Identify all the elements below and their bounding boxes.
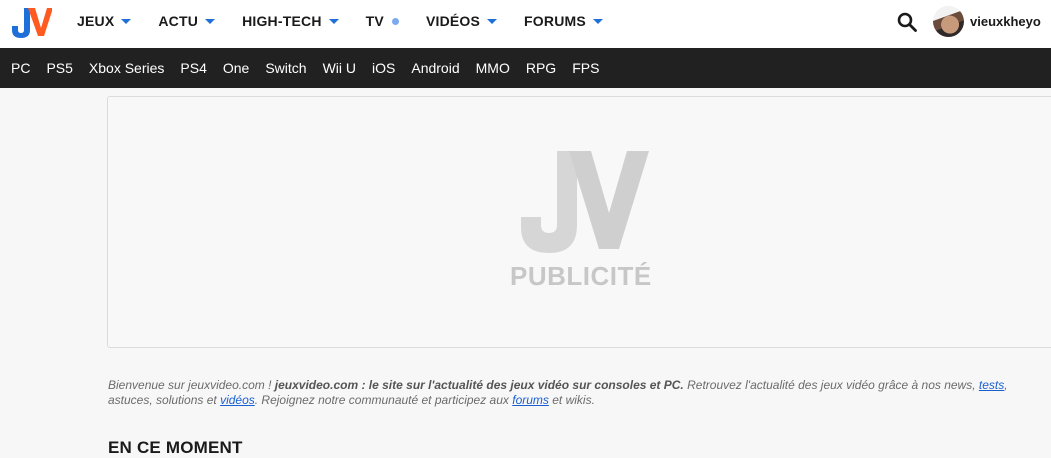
top-header: JEUX ACTU HIGH-TECH TV VIDÉOS FORUMS vie… (0, 0, 1051, 48)
nav-item-label: JEUX (77, 13, 115, 29)
platform-item-ps4[interactable]: PS4 (180, 60, 206, 76)
nav-item-label: HIGH-TECH (242, 13, 322, 29)
platform-item-pc[interactable]: PC (11, 60, 30, 76)
jv-watermark-logo (521, 151, 649, 253)
search-icon[interactable] (897, 12, 917, 32)
main-nav: JEUX ACTU HIGH-TECH TV VIDÉOS FORUMS (77, 0, 630, 42)
nav-item-videos[interactable]: VIDÉOS (425, 13, 498, 29)
caret-down-icon (328, 19, 339, 24)
caret-down-icon (487, 19, 498, 24)
section-title: EN CE MOMENT (108, 438, 243, 457)
caret-down-icon (205, 19, 216, 24)
caret-down-icon (592, 19, 603, 24)
platform-item-wii-u[interactable]: Wii U (323, 60, 356, 76)
platform-nav: PC PS5 Xbox Series PS4 One Switch Wii U … (0, 48, 1051, 88)
nav-item-tv[interactable]: TV (366, 13, 399, 29)
platform-item-xbox-series[interactable]: Xbox Series (89, 60, 164, 76)
forums-link[interactable]: forums (512, 393, 549, 407)
caret-down-icon (121, 19, 132, 24)
welcome-text: Bienvenue sur jeuxvideo.com ! jeuxvideo.… (108, 378, 1008, 407)
platform-item-mmo[interactable]: MMO (476, 60, 510, 76)
platform-item-switch[interactable]: Switch (265, 60, 306, 76)
nav-item-high-tech[interactable]: HIGH-TECH (242, 13, 339, 29)
videos-link[interactable]: vidéos (220, 393, 255, 407)
nav-item-label: ACTU (158, 13, 199, 29)
nav-item-forums[interactable]: FORUMS (524, 13, 603, 29)
nav-item-jeux[interactable]: JEUX (77, 13, 132, 29)
platform-item-fps[interactable]: FPS (572, 60, 599, 76)
platform-item-android[interactable]: Android (411, 60, 459, 76)
platform-item-ps5[interactable]: PS5 (46, 60, 72, 76)
jv-logo[interactable] (8, 6, 52, 38)
nav-item-label: TV (365, 13, 384, 29)
tests-link[interactable]: tests (979, 378, 1004, 392)
live-dot-icon (391, 17, 399, 25)
platform-item-one[interactable]: One (223, 60, 249, 76)
avatar[interactable] (933, 6, 964, 37)
ad-label: PUBLICITÉ (510, 261, 652, 291)
nav-item-label: FORUMS (524, 13, 586, 29)
platform-item-ios[interactable]: iOS (372, 60, 395, 76)
ad-placeholder: PUBLICITÉ (107, 96, 1051, 348)
nav-item-label: VIDÉOS (425, 13, 481, 29)
platform-item-rpg[interactable]: RPG (526, 60, 556, 76)
username[interactable]: vieuxkheyo (970, 14, 1041, 29)
nav-item-actu[interactable]: ACTU (158, 13, 216, 29)
